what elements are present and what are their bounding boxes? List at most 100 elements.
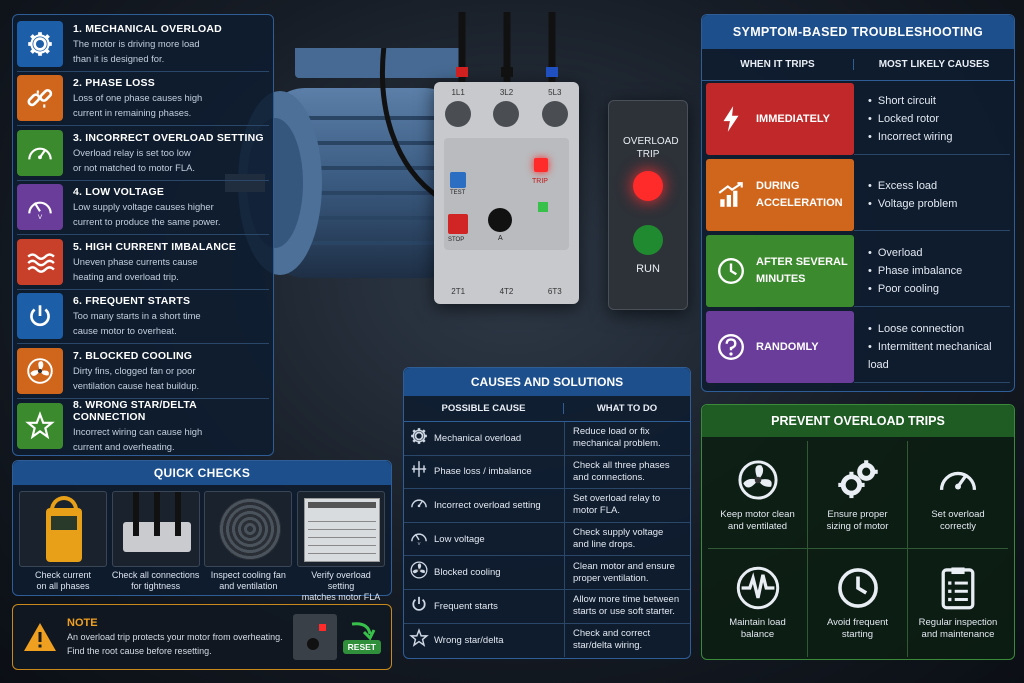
symptom-when-label: DURING [756, 180, 800, 192]
symptom-when-cell: AFTER SEVERAL MINUTES [706, 235, 854, 307]
cause-desc: Overload relay is set too low [73, 146, 191, 158]
quick-check-photo [19, 491, 107, 567]
cause-title: 6. FREQUENT STARTS [73, 295, 191, 308]
solution-fix: Check supply voltage [573, 527, 664, 539]
symptom-causes: Loose connectionIntermittent mechanical … [854, 311, 1010, 383]
clock-icon [837, 568, 878, 608]
likely-cause: Locked rotor [868, 110, 1010, 128]
solution-row: Incorrect overload setting Set overload … [404, 489, 690, 523]
symptom-row: IMMEDIATELY Short circuitLocked rotorInc… [702, 81, 1014, 157]
symptom-when-label: RANDOMLY [756, 340, 819, 353]
prevent-item: Regular inspection and maintenance [908, 549, 1008, 657]
cause-item: 7. BLOCKED COOLING Dirty fins, clogged f… [17, 344, 269, 399]
solutions-title: CAUSES AND SOLUTIONS [404, 368, 690, 396]
broken-chain-icon [27, 89, 53, 108]
likely-cause: Poor cooling [868, 280, 1010, 298]
power-icon [412, 596, 426, 611]
quick-check-label: Check current [34, 570, 92, 580]
cause-desc: current and overheating. [73, 440, 175, 452]
reset-button[interactable]: RESET [342, 640, 381, 654]
fan-icon [737, 459, 778, 500]
likely-cause: Intermittent mechanical load [868, 338, 1010, 374]
gauge-icon [28, 147, 52, 160]
cause-icon-box [17, 129, 63, 176]
solution-fix: and connections. [573, 471, 645, 483]
symptom-table: SYMPTOM-BASED TROUBLESHOOTING WHEN IT TR… [701, 14, 1015, 392]
cause-item: 2. PHASE LOSS Loss of one phase causes h… [17, 72, 269, 126]
solution-fix: Reduce load or fix [573, 426, 650, 438]
control-box: OVERLOAD TRIP RUN [608, 100, 688, 310]
current-dial[interactable] [488, 208, 512, 232]
run-lamp [633, 225, 663, 255]
likely-cause: Short circuit [868, 92, 1010, 110]
terminal-label: 5L3 [548, 88, 562, 97]
solution-row: Frequent starts Allow more time between … [404, 589, 690, 624]
symptom-title: SYMPTOM-BASED TROUBLESHOOTING [702, 15, 1014, 49]
gear-icon [411, 427, 427, 444]
question-icon [718, 334, 744, 360]
prevent-label: Set overload [931, 508, 985, 520]
terminal-label: 4T2 [499, 287, 514, 296]
causes-solutions-table: CAUSES AND SOLUTIONS POSSIBLE CAUSE WHAT… [403, 367, 691, 659]
waves-icon [27, 253, 55, 273]
solution-cause: Incorrect overload setting [434, 499, 541, 511]
symptom-causes: Excess loadVoltage problem [854, 159, 1010, 231]
stop-button[interactable] [448, 214, 468, 234]
cause-desc: Low supply voltage causes higher [73, 201, 214, 213]
prevent-item: Maintain load balance [708, 549, 808, 657]
note-line: An overload trip protects your motor fro… [67, 632, 283, 642]
prevent-label: Keep motor clean [720, 508, 795, 520]
quick-check-photo [204, 491, 293, 567]
symptom-when-label: ACCELERATION [756, 197, 843, 209]
stop-label: STOP [448, 237, 465, 243]
likely-cause: Overload [868, 244, 1010, 262]
terminal-label: 6T3 [547, 287, 562, 296]
solution-row: V Low voltage Check supply voltage and l… [404, 522, 690, 557]
quick-check-photo [296, 491, 385, 567]
test-label: TEST [450, 190, 466, 196]
overload-relay: 1L1 3L2 5L3 TEST STOP A TRIP 2T1 4T2 6T3 [434, 12, 579, 304]
cause-desc: The motor is driving more load [73, 37, 200, 49]
solutions-col-fix: WHAT TO DO [596, 403, 658, 414]
solution-row: Phase loss / imbalance Check all three p… [404, 455, 690, 490]
dial-label: A [498, 235, 503, 242]
quick-checks-panel: QUICK CHECKS Check current on all phases… [12, 460, 392, 602]
cause-desc: Too many starts in a short time [73, 310, 201, 322]
solution-fix: star/delta wiring. [573, 640, 643, 652]
quick-check-label: Inspect cooling fan [210, 570, 286, 580]
relay-thumbnail [292, 614, 337, 660]
gauge-icon [411, 499, 427, 508]
quick-check-item: Check all connections for tightness [111, 491, 200, 603]
voltmeter-icon: V [28, 201, 52, 221]
cause-desc: current to produce the same power. [73, 216, 221, 228]
prevent-item: Avoid frequent starting [808, 549, 908, 657]
cause-desc: ventilation cause heat buildup. [73, 379, 200, 391]
voltmeter-icon: V [411, 533, 427, 545]
solutions-col-cause: POSSIBLE CAUSE [404, 403, 564, 414]
solution-cause: Mechanical overload [434, 432, 522, 444]
cause-item: 8. WRONG STAR/DELTA CONNECTION Incorrect… [17, 399, 269, 454]
prevent-item: Set overload correctly [908, 441, 1008, 549]
solution-fix: Set overload relay to [573, 493, 661, 505]
trip-lamp [633, 171, 663, 201]
quick-check-label: Verify overload setting [311, 570, 371, 591]
prevent-label: Ensure proper [827, 508, 888, 520]
svg-text:V: V [38, 214, 43, 221]
prevent-label: Avoid frequent [826, 617, 889, 628]
terminal-label: 2T1 [451, 287, 466, 296]
cause-desc: Incorrect wiring can cause high [73, 425, 203, 437]
reset-arrow-icon [351, 622, 376, 640]
test-button[interactable] [450, 172, 466, 188]
quick-check-item: Verify overload setting matches motor FL… [296, 491, 385, 603]
gears-icon [837, 459, 878, 498]
solution-fix: starts or use soft starter. [573, 606, 675, 618]
cause-item: 3. INCORRECT OVERLOAD SETTING Overload r… [17, 126, 269, 181]
cause-title: 2. PHASE LOSS [73, 77, 155, 90]
prevent-label: balance [740, 629, 775, 640]
prevent-label: starting [841, 629, 874, 640]
quick-checks-title: QUICK CHECKS [13, 461, 391, 485]
cause-desc: cause motor to overheat. [73, 325, 177, 337]
cause-item: 1. MECHANICAL OVERLOAD The motor is driv… [17, 17, 269, 72]
phase-icon [411, 461, 427, 478]
note-box: NOTE An overload trip protects your moto… [12, 604, 392, 670]
